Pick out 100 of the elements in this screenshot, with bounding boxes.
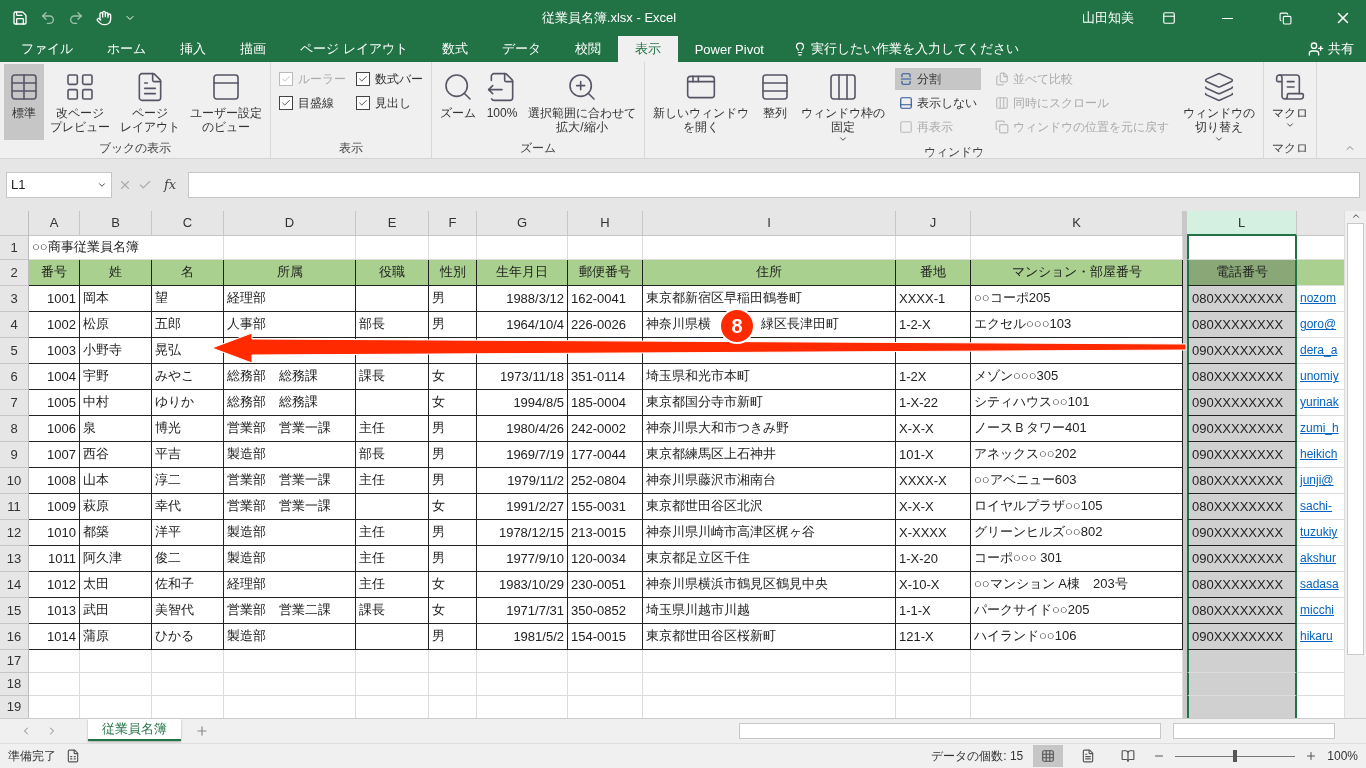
email-link[interactable]: akshur [1300, 551, 1337, 566]
column-header[interactable]: C [152, 210, 224, 236]
sheet-tab[interactable]: 従業員名簿 [88, 719, 181, 742]
table-cell: 男 [429, 519, 477, 546]
table-cell [29, 672, 80, 696]
formula-input[interactable] [188, 171, 1360, 198]
row-header[interactable]: 5 [0, 337, 29, 364]
email-link[interactable]: junji@ [1300, 473, 1334, 488]
table-cell: 1003 [29, 337, 80, 364]
email-link[interactable]: sadasa [1300, 577, 1339, 592]
checkbox[interactable]: 目盛線 [279, 92, 346, 114]
row-header[interactable]: 2 [0, 259, 29, 286]
select-all-corner[interactable] [0, 210, 29, 236]
view-button[interactable] [1033, 745, 1064, 767]
ribbon-button[interactable]: ズーム [436, 64, 480, 140]
ribbon-button[interactable]: 表示しない [895, 92, 981, 114]
row-header[interactable]: 9 [0, 441, 29, 468]
menu-tab[interactable]: 校閲 [557, 36, 618, 62]
menu-tab[interactable]: ホーム [90, 36, 163, 62]
name-box[interactable]: L1 [6, 171, 112, 198]
zoom-in-icon[interactable] [1305, 750, 1318, 762]
ribbon-button[interactable]: 新しいウィンドウ を開く [649, 64, 753, 144]
row-header[interactable]: 7 [0, 389, 29, 416]
row-header[interactable]: 1 [0, 235, 29, 260]
email-link[interactable]: goro@ [1300, 317, 1337, 332]
email-link[interactable]: zumi_h [1300, 421, 1339, 436]
menu-tab[interactable]: データ [484, 36, 558, 62]
zoom-percent[interactable]: 100% [1327, 749, 1358, 763]
menu-tab[interactable]: ファイル [4, 36, 90, 62]
menu-tab[interactable]: ページ レイアウト [283, 36, 425, 62]
row-header[interactable]: 11 [0, 493, 29, 520]
column-header[interactable]: E [356, 210, 429, 236]
table-cell: 製造部 [224, 441, 356, 468]
column-header[interactable]: J [896, 210, 971, 236]
column-header[interactable]: L [1187, 210, 1297, 236]
zoom-slider-thumb[interactable] [1233, 750, 1238, 762]
row-header[interactable]: 10 [0, 467, 29, 494]
row-header[interactable]: 14 [0, 571, 29, 598]
checkbox[interactable]: 見出し [356, 92, 423, 114]
ribbon-button[interactable]: 100% [482, 64, 522, 140]
email-link[interactable]: yurinak [1300, 395, 1339, 410]
ribbon-button[interactable]: ウィンドウ枠の 固定 [797, 64, 889, 144]
menu-tab[interactable]: 表示 [617, 36, 678, 62]
row-header[interactable]: 19 [0, 695, 29, 719]
column-header[interactable]: D [224, 210, 356, 236]
add-sheet-icon[interactable] [195, 724, 209, 739]
pane-split-bar[interactable] [1183, 210, 1187, 236]
hand-icon[interactable] [96, 10, 112, 26]
email-link[interactable]: unomiy [1300, 369, 1339, 384]
table-cell [429, 235, 477, 260]
ribbon-button[interactable]: マクロ [1268, 64, 1312, 140]
row-header[interactable]: 6 [0, 363, 29, 390]
email-link[interactable]: micchi [1300, 603, 1334, 618]
ribbon-button[interactable]: 改ページ プレビュー [46, 64, 114, 140]
row-header[interactable]: 8 [0, 415, 29, 442]
column-header[interactable]: H [568, 210, 643, 236]
save-icon[interactable] [12, 10, 28, 26]
email-link[interactable]: sachi- [1300, 499, 1332, 514]
horizontal-scrollbar[interactable] [1173, 723, 1335, 740]
column-header[interactable]: A [29, 210, 80, 236]
horizontal-scrollbar[interactable] [739, 723, 1161, 740]
email-link[interactable]: heikich [1300, 447, 1338, 462]
menu-tab[interactable]: 数式 [424, 36, 485, 62]
ribbon-button[interactable]: ウィンドウの 切り替え [1179, 64, 1259, 144]
row-header[interactable]: 13 [0, 545, 29, 572]
email-link[interactable]: dera_a [1300, 343, 1338, 358]
column-header[interactable]: K [971, 210, 1183, 236]
row-header[interactable]: 3 [0, 285, 29, 312]
checkbox[interactable]: 数式バー [356, 68, 423, 90]
menu-tab[interactable]: 挿入 [163, 36, 223, 62]
menu-tab[interactable]: Power Pivot [677, 36, 781, 62]
ribbon-button[interactable]: 分割 [895, 68, 981, 90]
ribbon-button[interactable]: 標準 [4, 64, 44, 140]
ribbon-button[interactable]: ユーザー設定 のビュー [186, 64, 266, 140]
row-header[interactable]: 12 [0, 519, 29, 546]
row-header[interactable]: 4 [0, 311, 29, 338]
row-header[interactable]: 17 [0, 649, 29, 673]
menu-tab[interactable]: 描画 [223, 36, 283, 62]
share-button[interactable]: 共有 [1302, 36, 1366, 62]
insert-function-button[interactable]: fx [158, 177, 182, 193]
column-header[interactable]: I [643, 210, 896, 236]
email-link[interactable]: nozom [1300, 291, 1337, 306]
ribbon-button[interactable]: 整列 [755, 64, 795, 144]
macro-record-icon[interactable] [66, 749, 80, 763]
ribbon-button[interactable]: ページ レイアウト [116, 64, 184, 140]
vertical-scrollbar[interactable] [1344, 210, 1366, 719]
lightbulb-icon[interactable] [793, 42, 807, 56]
email-link[interactable]: hikaru [1300, 629, 1333, 644]
row-header[interactable]: 18 [0, 672, 29, 696]
column-header[interactable]: F [429, 210, 477, 236]
ribbon-button[interactable]: 選択範囲に合わせて 拡大/縮小 [524, 64, 640, 140]
column-header[interactable] [1297, 210, 1344, 236]
column-header[interactable]: G [477, 210, 568, 236]
tell-me-field[interactable]: 実行したい作業を入力してください [811, 40, 1019, 58]
row-header[interactable]: 16 [0, 623, 29, 650]
redo-icon[interactable] [68, 10, 84, 26]
undo-icon[interactable] [40, 10, 56, 26]
column-header[interactable]: B [80, 210, 152, 236]
email-link[interactable]: tuzukiy [1300, 525, 1338, 540]
row-header[interactable]: 15 [0, 597, 29, 624]
